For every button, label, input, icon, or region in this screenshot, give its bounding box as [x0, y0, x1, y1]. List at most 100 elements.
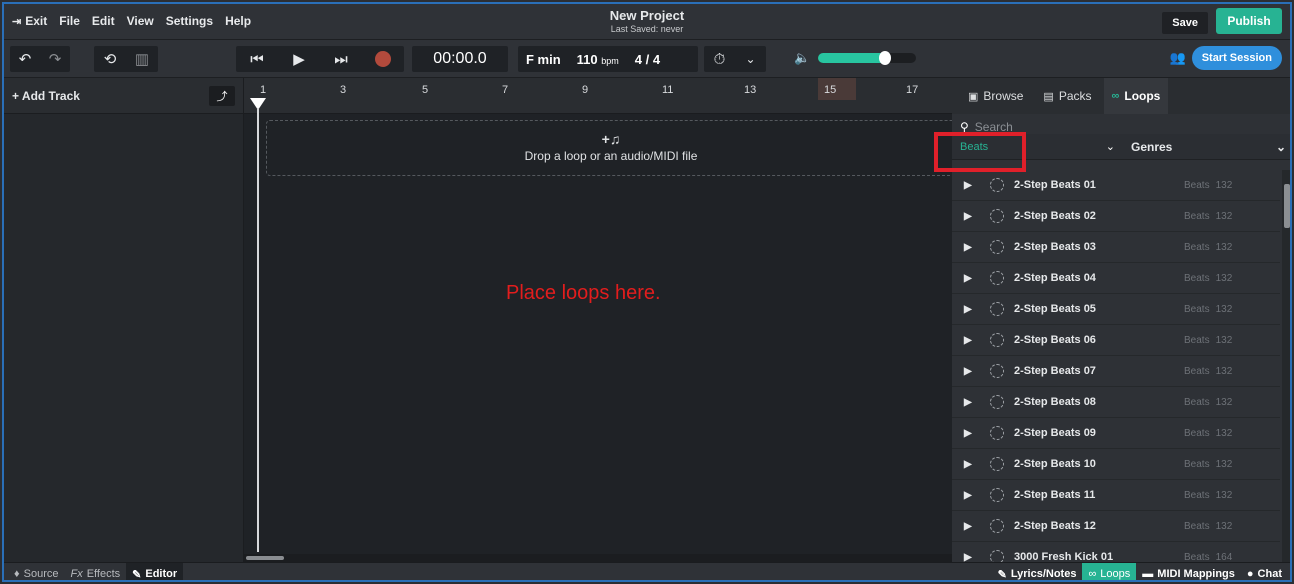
loop-list-item[interactable]: ▶ 3000 Fresh Kick 01 Beats 164 [952, 542, 1280, 562]
menu-view[interactable]: View [127, 14, 154, 28]
record-button[interactable] [369, 46, 397, 72]
automation-icon[interactable]: ⤴ [209, 85, 235, 106]
browse-icon: ▣ [968, 90, 979, 103]
loop-bpm: 132 [1215, 365, 1233, 377]
play-icon[interactable]: ▶ [964, 366, 982, 377]
loop-list-item[interactable]: ▶ 2-Step Beats 06 Beats 132 [952, 325, 1280, 356]
volume-icon[interactable]: 🔈 [794, 50, 810, 66]
loop-list-item[interactable]: ▶ 2-Step Beats 02 Beats 132 [952, 201, 1280, 232]
tab-effects[interactable]: Fx Effects [64, 563, 126, 580]
playhead-line [257, 108, 259, 552]
loop-list-item[interactable]: ▶ 2-Step Beats 11 Beats 132 [952, 480, 1280, 511]
scroll-thumb[interactable] [246, 556, 284, 560]
chevron-down-icon[interactable]: ⌄ [737, 46, 765, 72]
start-session-button[interactable]: Start Session [1191, 46, 1282, 70]
chevron-down-icon: ⌄ [1275, 139, 1286, 154]
loop-list-item[interactable]: ▶ 2-Step Beats 05 Beats 132 [952, 294, 1280, 325]
last-saved: Last Saved: never [610, 24, 684, 34]
ruler-number: 11 [662, 84, 674, 96]
loop-list-item[interactable]: ▶ 2-Step Beats 10 Beats 132 [952, 449, 1280, 480]
redo-icon[interactable]: ↷ [41, 46, 69, 72]
tab-loops-bottom[interactable]: ∞ Loops [1082, 563, 1137, 580]
play-icon[interactable]: ▶ [964, 459, 982, 470]
pencil-icon: ✎ [132, 568, 142, 581]
split-icon[interactable]: ▥ [128, 46, 156, 72]
tab-chat[interactable]: ● Chat [1241, 563, 1288, 580]
save-button[interactable]: Save [1162, 12, 1208, 34]
exit-icon: ⇥ [12, 15, 22, 28]
ruler-number: 5 [422, 84, 429, 96]
play-icon[interactable]: ▶ [964, 180, 982, 191]
volume-knob[interactable] [878, 51, 891, 65]
timeline-area[interactable]: 1 3 5 7 9 11 13 15 17 +♫ Drop a loop or … [244, 78, 956, 562]
play-icon[interactable]: ▶ [964, 428, 982, 439]
play-icon[interactable]: ▶ [964, 397, 982, 408]
volume-slider[interactable] [818, 51, 917, 65]
chat-icon: ● [1246, 568, 1254, 580]
play-icon[interactable]: ▶ [964, 273, 982, 284]
loop-category: Beats [1184, 334, 1210, 346]
loop-drop-zone[interactable]: +♫ Drop a loop or an audio/MIDI file [266, 120, 956, 176]
vertical-scrollbar[interactable] [1282, 170, 1290, 562]
loop-list-item[interactable]: ▶ 2-Step Beats 03 Beats 132 [952, 232, 1280, 263]
menu-settings[interactable]: Settings [166, 14, 213, 28]
loop-icon[interactable]: ⟲ [96, 46, 124, 72]
loop-name: 2-Step Beats 12 [1014, 520, 1096, 532]
play-icon[interactable]: ▶ [964, 552, 982, 563]
loop-name: 2-Step Beats 11 [1014, 489, 1096, 501]
tab-source[interactable]: ♦ Source [8, 563, 64, 580]
tab-editor[interactable]: ✎ Editor [126, 563, 184, 581]
ruler-number: 15 [824, 84, 837, 96]
tab-loops[interactable]: ∞ Loops [1103, 78, 1169, 114]
playback-controls: ⏮ ▶ ⏭ [236, 46, 404, 72]
skip-back-icon[interactable]: ⏮ [243, 46, 271, 72]
undo-icon[interactable]: ↶ [11, 46, 39, 72]
loop-name: 2-Step Beats 10 [1014, 458, 1096, 470]
add-track-button[interactable]: + Add Track [12, 89, 80, 103]
skip-forward-icon[interactable]: ⏭ [327, 46, 355, 72]
loop-category: Beats [1184, 489, 1210, 501]
search-icon: ⚲ [960, 120, 969, 134]
add-user-icon[interactable]: 👥 [1170, 50, 1186, 66]
loop-bpm: 164 [1215, 551, 1233, 563]
tab-browse[interactable]: ▣ Browse [960, 78, 1031, 114]
play-icon[interactable]: ▶ [285, 46, 313, 72]
loop-bpm: 132 [1215, 520, 1233, 532]
loop-list-item[interactable]: ▶ 2-Step Beats 04 Beats 132 [952, 263, 1280, 294]
play-icon[interactable]: ▶ [964, 304, 982, 315]
tab-packs[interactable]: ▤ Packs [1035, 78, 1099, 114]
timeline-ruler[interactable]: 1 3 5 7 9 11 13 15 17 [244, 78, 952, 114]
search-input[interactable]: ⚲ Search [952, 114, 1290, 134]
loop-list-item[interactable]: ▶ 2-Step Beats 08 Beats 132 [952, 387, 1280, 418]
app-window: ⇥ Exit File Edit View Settings Help New P… [2, 2, 1292, 582]
menu-edit[interactable]: Edit [92, 14, 115, 28]
time-signature[interactable]: 4 / 4 [627, 52, 668, 67]
play-icon[interactable]: ▶ [964, 521, 982, 532]
horizontal-scrollbar[interactable] [244, 554, 952, 562]
loop-list-item[interactable]: ▶ 2-Step Beats 09 Beats 132 [952, 418, 1280, 449]
key-selector[interactable]: F min [518, 52, 569, 67]
scroll-thumb[interactable] [1284, 184, 1290, 228]
loop-name: 2-Step Beats 05 [1014, 303, 1096, 315]
exit-button[interactable]: ⇥ Exit [12, 14, 47, 28]
publish-button[interactable]: Publish [1216, 8, 1282, 34]
metronome-icon[interactable]: ⏱ [706, 46, 734, 72]
loop-name: 2-Step Beats 06 [1014, 334, 1096, 346]
loop-category: Beats [1184, 551, 1210, 563]
play-icon[interactable]: ▶ [964, 335, 982, 346]
tempo-field[interactable]: 110 bpm [569, 52, 627, 67]
loop-list-item[interactable]: ▶ 2-Step Beats 07 Beats 132 [952, 356, 1280, 387]
loop-category: Beats [1184, 241, 1210, 253]
loop-list-item[interactable]: ▶ 2-Step Beats 12 Beats 132 [952, 511, 1280, 542]
play-icon[interactable]: ▶ [964, 490, 982, 501]
undo-redo-group: ↶ ↷ [10, 46, 70, 72]
loop-list-item[interactable]: ▶ 2-Step Beats 01 Beats 132 [952, 170, 1280, 201]
menu-help[interactable]: Help [225, 14, 251, 28]
play-icon[interactable]: ▶ [964, 242, 982, 253]
category-filter[interactable]: Beats ⌄ [952, 140, 1123, 154]
tab-midi-mappings[interactable]: ▬ MIDI Mappings [1136, 563, 1241, 580]
tab-lyrics-notes[interactable]: ✎ Lyrics/Notes [992, 563, 1083, 580]
play-icon[interactable]: ▶ [964, 211, 982, 222]
menu-file[interactable]: File [59, 14, 80, 28]
genres-filter[interactable]: Genres ⌄ [1123, 139, 1290, 154]
